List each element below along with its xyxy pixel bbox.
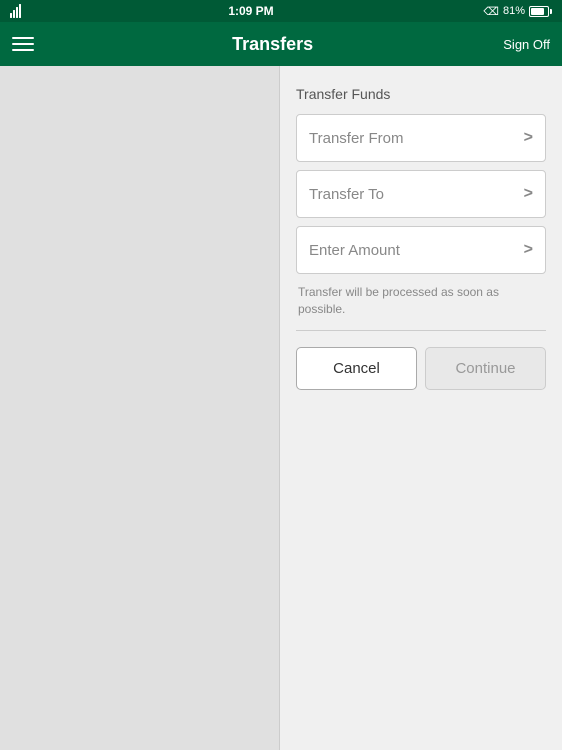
enter-amount-chevron-icon: > xyxy=(524,241,533,259)
enter-amount-field[interactable]: Enter Amount > xyxy=(296,226,546,274)
transfer-from-chevron-icon: > xyxy=(524,129,533,147)
sidebar xyxy=(0,66,280,750)
cancel-button[interactable]: Cancel xyxy=(296,347,417,390)
continue-button[interactable]: Continue xyxy=(425,347,546,390)
menu-line-2 xyxy=(12,43,34,45)
transfer-to-field[interactable]: Transfer To > xyxy=(296,170,546,218)
transfer-from-field[interactable]: Transfer From > xyxy=(296,114,546,162)
sign-off-button[interactable]: Sign Off xyxy=(503,37,550,52)
bluetooth-icon: ⌫ xyxy=(483,5,499,18)
transfer-from-label: Transfer From xyxy=(309,130,403,147)
info-text: Transfer will be processed as soon as po… xyxy=(298,284,546,318)
status-bar-time: 1:09 PM xyxy=(30,4,472,18)
buttons-row: Cancel Continue xyxy=(296,347,546,390)
content-panel: Transfer Funds Transfer From > Transfer … xyxy=(280,66,562,750)
menu-line-3 xyxy=(12,49,34,51)
main-layout: Transfer Funds Transfer From > Transfer … xyxy=(0,66,562,750)
menu-line-1 xyxy=(12,37,34,39)
app-header: Transfers Sign Off xyxy=(0,22,562,66)
battery-icon xyxy=(529,6,552,17)
divider xyxy=(296,330,546,331)
transfer-to-label: Transfer To xyxy=(309,186,384,203)
menu-button[interactable] xyxy=(12,37,42,51)
status-bar-right: ⌫ 81% xyxy=(472,5,552,18)
battery-percent: 81% xyxy=(503,5,525,17)
enter-amount-label: Enter Amount xyxy=(309,242,400,259)
signal-icon xyxy=(10,4,24,18)
status-bar-left xyxy=(10,4,30,18)
transfer-to-chevron-icon: > xyxy=(524,185,533,203)
status-bar: 1:09 PM ⌫ 81% xyxy=(0,0,562,22)
section-title: Transfer Funds xyxy=(296,86,546,102)
page-title: Transfers xyxy=(42,34,503,55)
